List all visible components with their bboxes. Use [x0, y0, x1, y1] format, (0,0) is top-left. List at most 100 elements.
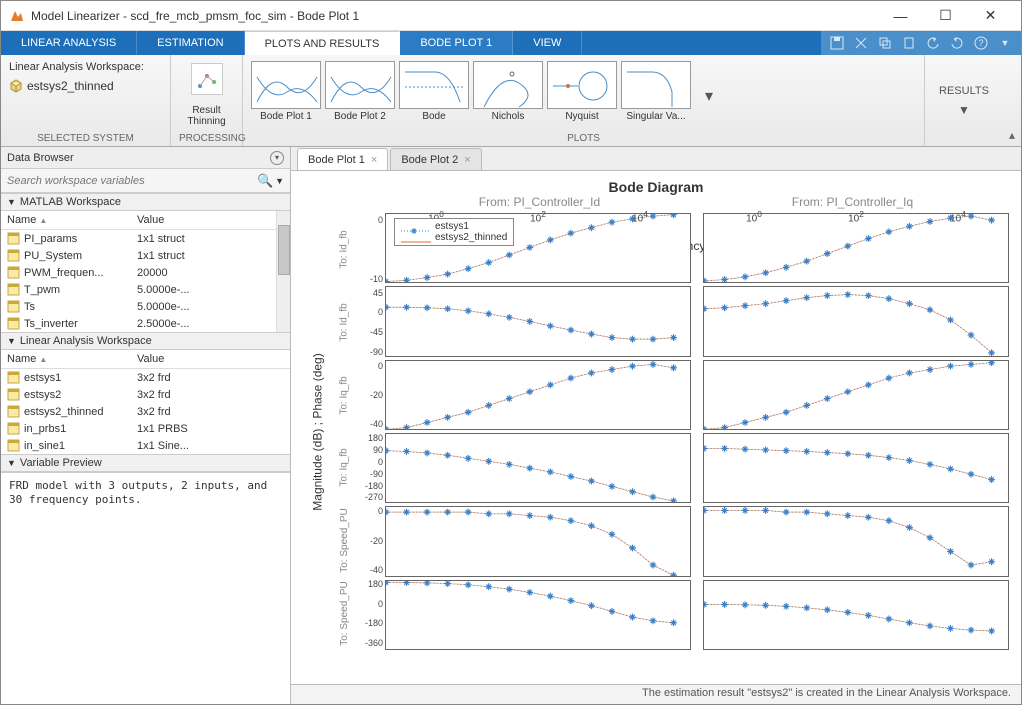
table-cell-value: 5.0000e-... [131, 281, 276, 298]
plot-gallery-singular-va-[interactable]: Singular Va... [621, 61, 691, 122]
table-row[interactable]: Ts [1, 298, 131, 315]
ribbon-tab-linear-analysis[interactable]: LINEAR ANALYSIS [1, 31, 137, 55]
table-row[interactable]: in_sine1 [1, 437, 131, 454]
close-tab-icon[interactable]: × [464, 154, 470, 166]
plot-gallery-bode[interactable]: Bode [399, 61, 469, 122]
bode-panel-r3-c0[interactable] [385, 433, 691, 503]
window-title: Model Linearizer - scd_fre_mcb_pmsm_foc_… [31, 9, 878, 23]
scrollbar[interactable] [276, 211, 290, 332]
col-value[interactable]: Value [131, 211, 276, 230]
col-name[interactable]: Name ▲ [1, 211, 131, 230]
column-header-id: From: PI_Controller_Id [383, 195, 696, 209]
redo-icon[interactable] [947, 34, 967, 52]
table-row[interactable]: PWM_frequen... [1, 264, 131, 281]
table-cell-value: 2.5000e-... [131, 315, 276, 332]
x-tick: 102 [848, 209, 864, 239]
minimize-button[interactable]: — [878, 2, 923, 30]
variable-preview-title: Variable Preview [20, 457, 102, 469]
table-row[interactable]: in_prbs1 [1, 420, 131, 437]
row-label: To: Id_fb [339, 303, 350, 341]
table-cell-value: 1x1 struct [131, 230, 276, 247]
bode-panel-r4-c1[interactable] [703, 506, 1009, 576]
ribbon-tab-bode-plot-1[interactable]: BODE PLOT 1 [400, 31, 513, 55]
matlab-icon [9, 8, 25, 24]
row-label: To: Iq_fb [339, 376, 350, 414]
system-icon [9, 79, 23, 93]
table-cell-value: 3x2 frd [131, 386, 290, 403]
matlab-workspace-title: MATLAB Workspace [20, 196, 121, 208]
processing-group-label: PROCESSING [179, 131, 234, 144]
help-dropdown-icon[interactable]: ▼ [995, 34, 1015, 52]
row-label: To: Speed_PU [339, 581, 350, 646]
bode-panel-r1-c0[interactable] [385, 286, 691, 356]
data-browser-options-icon[interactable]: ▾ [270, 151, 284, 165]
plot-gallery-bode-plot-2[interactable]: Bode Plot 2 [325, 61, 395, 122]
close-button[interactable]: ✕ [968, 2, 1013, 30]
column-header-iq: From: PI_Controller_Iq [696, 195, 1009, 209]
search-input[interactable] [7, 175, 257, 187]
plot-gallery-nyquist[interactable]: Nyquist [547, 61, 617, 122]
col-value[interactable]: Value [131, 350, 290, 369]
table-row[interactable]: PI_params [1, 230, 131, 247]
ribbon-tab-plots-and-results[interactable]: PLOTS AND RESULTS [245, 31, 401, 55]
bode-panel-r4-c0[interactable] [385, 506, 691, 576]
table-row[interactable]: estsys1 [1, 369, 131, 386]
selected-system-group-label: SELECTED SYSTEM [9, 131, 162, 144]
table-cell-value: 3x2 frd [131, 369, 290, 386]
bode-panel-r3-c1[interactable] [703, 433, 1009, 503]
plots-dropdown[interactable]: ▾ [695, 86, 713, 106]
variable-preview-header[interactable]: ▼ Variable Preview [1, 454, 290, 472]
col-name[interactable]: Name ▲ [1, 350, 131, 369]
copy-icon[interactable] [875, 34, 895, 52]
collapse-icon: ▼ [7, 336, 16, 346]
ribbon-tab-view[interactable]: VIEW [513, 31, 582, 55]
bode-panel-r5-c1[interactable] [703, 580, 1009, 650]
linear-analysis-workspace-header[interactable]: ▼ Linear Analysis Workspace [1, 332, 290, 350]
matlab-workspace-header[interactable]: ▼ MATLAB Workspace [1, 193, 290, 211]
result-thinning-button[interactable] [191, 63, 223, 95]
plots-group-label: PLOTS [251, 131, 916, 144]
table-row[interactable]: estsys2 [1, 386, 131, 403]
variable-preview-text: FRD model with 3 outputs, 2 inputs, and … [1, 472, 290, 704]
table-row[interactable]: estsys2_thinned [1, 403, 131, 420]
search-dropdown-icon[interactable]: ▼ [275, 176, 284, 186]
save-icon[interactable] [827, 34, 847, 52]
undo-icon[interactable] [923, 34, 943, 52]
collapse-icon: ▼ [7, 458, 16, 468]
bode-panel-r2-c1[interactable] [703, 360, 1009, 430]
plot-gallery-bode-plot-1[interactable]: Bode Plot 1 [251, 61, 321, 122]
search-icon[interactable]: 🔍 [257, 173, 275, 189]
row-label: To: Speed_PU [339, 508, 350, 573]
toolstrip-collapse-icon[interactable]: ▴ [1003, 55, 1021, 146]
maximize-button[interactable]: ☐ [923, 2, 968, 30]
plot-tab-bode-plot-1[interactable]: Bode Plot 1× [297, 148, 388, 170]
table-cell-value: 1x1 PRBS [131, 420, 290, 437]
table-cell-value: 20000 [131, 264, 276, 281]
help-icon[interactable]: ? [971, 34, 991, 52]
bode-panel-r2-c0[interactable] [385, 360, 691, 430]
bode-panel-r5-c0[interactable] [385, 580, 691, 650]
legend[interactable]: estsys1estsys2_thinned [394, 218, 514, 246]
row-label: To: Id_fb [339, 230, 350, 268]
table-cell-value: 3x2 frd [131, 403, 290, 420]
bode-panel-r1-c1[interactable] [703, 286, 1009, 356]
selected-system-item[interactable]: estsys2_thinned [9, 77, 114, 95]
status-bar: The estimation result "estsys2" is creat… [291, 684, 1021, 704]
results-button[interactable]: RESULTS ▼ [925, 55, 1003, 146]
x-tick: 104 [950, 209, 966, 239]
toolstrip: Linear Analysis Workspace: estsys2_thinn… [1, 55, 1021, 147]
plot-title: Bode Diagram [303, 179, 1009, 195]
x-tick: 104 [632, 209, 648, 239]
x-tick: 100 [746, 209, 762, 239]
table-row[interactable]: PU_System [1, 247, 131, 264]
close-tab-icon[interactable]: × [371, 154, 377, 166]
plot-tab-bode-plot-2[interactable]: Bode Plot 2× [390, 148, 481, 170]
results-label: RESULTS [939, 85, 989, 97]
paste-icon[interactable] [899, 34, 919, 52]
data-browser-title: Data Browser [7, 152, 270, 164]
table-row[interactable]: T_pwm [1, 281, 131, 298]
ribbon-tab-estimation[interactable]: ESTIMATION [137, 31, 244, 55]
cut-icon[interactable] [851, 34, 871, 52]
plot-gallery-nichols[interactable]: Nichols [473, 61, 543, 122]
table-row[interactable]: Ts_inverter [1, 315, 131, 332]
